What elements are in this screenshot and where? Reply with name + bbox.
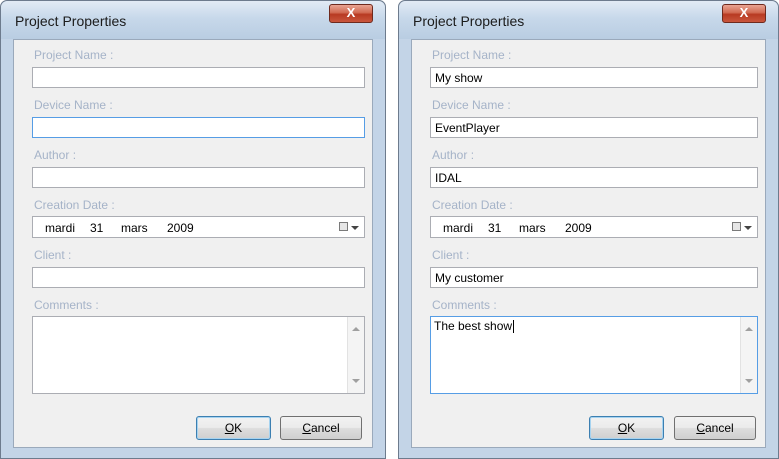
date-weekday[interactable]: mardi bbox=[45, 221, 75, 235]
close-icon: X bbox=[739, 5, 749, 20]
comments-label: Comments : bbox=[432, 298, 497, 312]
author-label: Author : bbox=[34, 148, 77, 162]
client-input[interactable]: My customer bbox=[430, 267, 758, 288]
calendar-icon[interactable] bbox=[339, 222, 348, 231]
comments-text: The best show bbox=[434, 319, 513, 333]
calendar-icon[interactable] bbox=[732, 222, 741, 231]
client-input[interactable] bbox=[32, 267, 365, 288]
author-input[interactable]: IDAL bbox=[430, 167, 758, 188]
device-name-input[interactable] bbox=[32, 117, 365, 138]
close-button[interactable]: X bbox=[722, 4, 766, 23]
client-label: Client : bbox=[432, 248, 470, 262]
comments-textarea[interactable] bbox=[32, 316, 365, 394]
creation-date-picker[interactable]: mardi 31 mars 2009 bbox=[430, 216, 758, 238]
chevron-down-icon[interactable] bbox=[744, 226, 752, 230]
date-year[interactable]: 2009 bbox=[167, 221, 194, 235]
creation-date-label: Creation Date : bbox=[34, 198, 115, 212]
scroll-up-icon[interactable] bbox=[745, 327, 753, 331]
device-name-label: Device Name : bbox=[34, 98, 113, 112]
window-title: Project Properties bbox=[15, 13, 127, 29]
ok-button[interactable]: OK bbox=[589, 416, 664, 440]
cancel-button[interactable]: Cancel bbox=[280, 416, 362, 440]
title-bar[interactable]: Project Properties X bbox=[1, 1, 385, 39]
cancel-button[interactable]: Cancel bbox=[674, 416, 756, 440]
cancel-accelerator: C bbox=[302, 421, 311, 435]
form-panel: Project Name : Device Name : Author : Cr… bbox=[13, 39, 373, 448]
date-day[interactable]: 31 bbox=[90, 221, 103, 235]
title-bar[interactable]: Project Properties X bbox=[399, 1, 778, 39]
project-properties-dialog-empty: Project Properties X Project Name : Devi… bbox=[0, 0, 386, 459]
device-name-input[interactable]: EventPlayer bbox=[430, 117, 758, 138]
chevron-down-icon[interactable] bbox=[351, 226, 359, 230]
date-month[interactable]: mars bbox=[121, 221, 148, 235]
comments-text-wrap: The best show bbox=[434, 319, 515, 334]
ok-button[interactable]: OK bbox=[196, 416, 271, 440]
comments-textarea[interactable]: The best show bbox=[430, 316, 758, 394]
creation-date-label: Creation Date : bbox=[432, 198, 513, 212]
ok-label-rest: K bbox=[627, 421, 636, 435]
scroll-up-icon[interactable] bbox=[352, 327, 360, 331]
project-properties-dialog-filled: Project Properties X Project Name : My s… bbox=[398, 0, 779, 459]
scroll-down-icon[interactable] bbox=[745, 379, 753, 383]
date-month[interactable]: mars bbox=[519, 221, 546, 235]
client-label: Client : bbox=[34, 248, 72, 262]
comments-label: Comments : bbox=[34, 298, 99, 312]
ok-label-rest: K bbox=[234, 421, 243, 435]
cancel-label-rest: ancel bbox=[310, 421, 340, 435]
author-input[interactable] bbox=[32, 167, 365, 188]
project-name-label: Project Name : bbox=[432, 48, 512, 62]
text-caret bbox=[513, 320, 515, 334]
device-name-label: Device Name : bbox=[432, 98, 511, 112]
comments-scrollbar[interactable] bbox=[347, 317, 364, 393]
form-panel: Project Name : My show Device Name : Eve… bbox=[411, 39, 766, 448]
date-weekday[interactable]: mardi bbox=[443, 221, 473, 235]
project-name-input[interactable] bbox=[32, 67, 365, 88]
comments-scrollbar[interactable] bbox=[740, 317, 757, 393]
cancel-accelerator: C bbox=[696, 421, 705, 435]
creation-date-picker[interactable]: mardi 31 mars 2009 bbox=[32, 216, 365, 238]
date-day[interactable]: 31 bbox=[488, 221, 501, 235]
ok-accelerator: O bbox=[224, 421, 235, 435]
project-name-input[interactable]: My show bbox=[430, 67, 758, 88]
project-name-label: Project Name : bbox=[34, 48, 114, 62]
window-title: Project Properties bbox=[413, 13, 525, 29]
ok-accelerator: O bbox=[617, 421, 628, 435]
scroll-down-icon[interactable] bbox=[352, 379, 360, 383]
date-year[interactable]: 2009 bbox=[565, 221, 592, 235]
cancel-label-rest: ancel bbox=[704, 421, 734, 435]
close-button[interactable]: X bbox=[329, 4, 373, 23]
author-label: Author : bbox=[432, 148, 475, 162]
close-icon: X bbox=[346, 5, 356, 20]
